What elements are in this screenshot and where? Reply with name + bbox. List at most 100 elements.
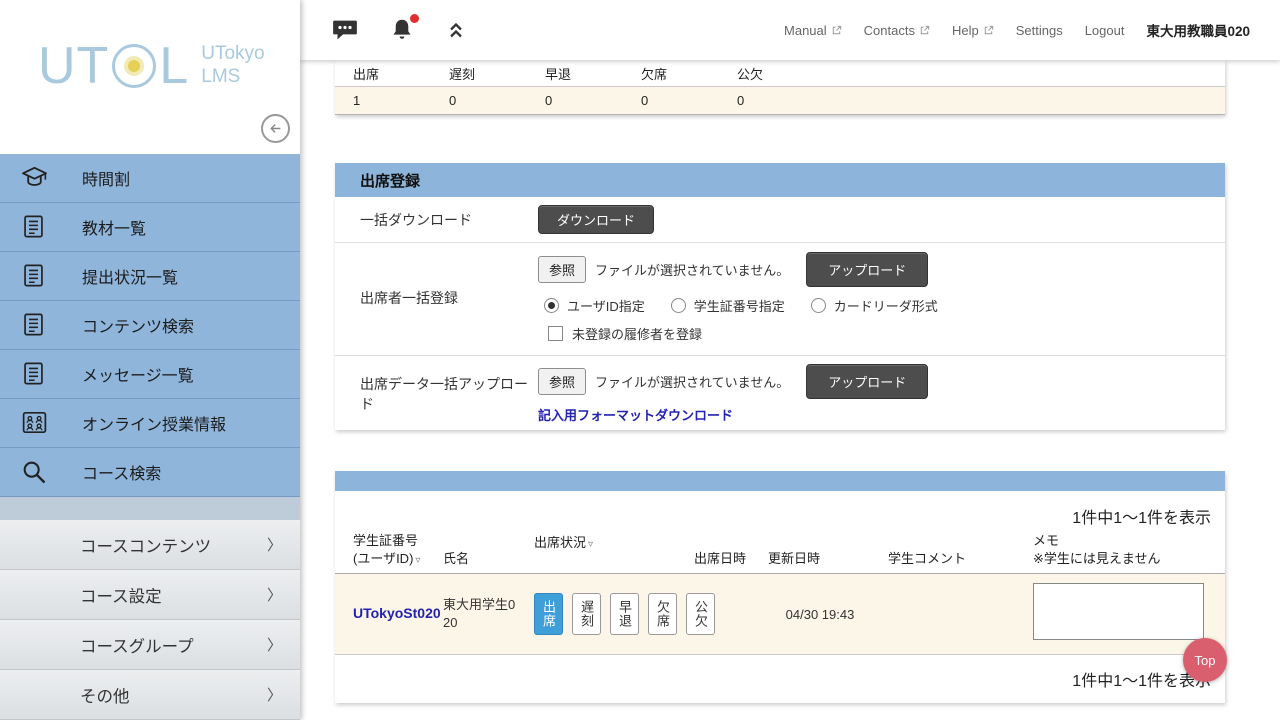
header-updated-at: 更新日時 [761,548,879,567]
student-name: 東大用学生020 [443,596,534,632]
student-id-link[interactable]: UTokyoSt020 [353,605,441,621]
search-icon [20,457,54,487]
graduation-cap-icon [20,163,54,193]
sidebar-item-materials[interactable]: 教材一覧 [0,203,300,252]
memo-textarea[interactable] [1033,583,1204,640]
utol-logo: UT L UTokyo LMS [38,40,265,92]
summary-value-absent: 0 [623,93,719,108]
student-row: UTokyoSt020 東大用学生020 出席 遅刻 早退 欠席 公欠 04/3 [335,574,1225,655]
radio-card-reader-option[interactable]: カードリーダ形式 [811,296,938,315]
sidebar-item-course-search[interactable]: コース検索 [0,448,300,497]
header-student-id-line1: 学生証番号 [353,533,418,548]
settings-link[interactable]: Settings [1016,23,1063,38]
manual-link-label: Manual [784,23,827,38]
format-download-link[interactable]: 記入用フォーマットダウンロード [538,405,928,424]
chevron-right-icon: 〉 [267,634,282,655]
no-file-text: ファイルが選択されていません。 [595,372,789,391]
double-chevron-up-icon [444,18,468,42]
document-list-icon [20,261,54,291]
status-button-early-leave[interactable]: 早退 [610,593,639,635]
status-button-absent[interactable]: 欠席 [648,593,677,635]
section-title: 出席登録 [335,163,1225,197]
sidebar-secondary-menu: コースコンテンツ 〉 コース設定 〉 コースグループ 〉 その他 〉 [0,520,300,720]
student-attendance-section: 1件中1〜1件を表示 学生証番号 (ユーザID)▿ 氏名 出席状況▿ 出席日時 … [335,471,1225,703]
bulk-register-label: 出席者一括登録 [335,288,538,308]
upload-button[interactable]: アップロード [806,252,928,287]
sort-down-icon: ▿ [415,555,420,566]
notifications-button[interactable] [388,16,416,44]
sidebar-item-timetable[interactable]: 時間割 [0,154,300,203]
sidebar-item-submission-status[interactable]: 提出状況一覧 [0,252,300,301]
register-mode-radio-group: ユーザID指定 学生証番号指定 カードリーダ形式 [544,296,964,315]
browse-button[interactable]: 参照 [538,368,586,395]
status-button-late[interactable]: 遅刻 [572,593,601,635]
upload-button[interactable]: アップロード [806,364,928,399]
download-button[interactable]: ダウンロード [538,205,654,234]
summary-header-early-leave: 早退 [527,64,623,83]
sidebar-item-others[interactable]: その他 〉 [0,670,300,720]
people-grid-icon [20,408,54,438]
external-link-icon [831,25,842,36]
header-attended-at: 出席日時 [685,548,761,567]
collapse-header-button[interactable] [444,18,468,42]
scroll-to-top-button[interactable]: Top [1183,638,1227,682]
sidebar-item-online-class-info[interactable]: オンライン授業情報 [0,399,300,448]
sidebar-item-label: コース検索 [82,460,161,484]
sidebar-item-label: メッセージ一覧 [82,362,194,386]
help-link-label: Help [952,23,979,38]
result-count-top: 1件中1〜1件を表示 [335,491,1225,532]
sidebar-item-message-list[interactable]: メッセージ一覧 [0,350,300,399]
summary-value-late: 0 [431,93,527,108]
topbar: Manual Contacts Help Settings Logout 東 [300,0,1280,60]
radio-label: ユーザID指定 [567,296,645,315]
document-list-icon [20,359,54,389]
unregistered-checkbox-row: 未登録の履修者を登録 [548,324,964,343]
header-status[interactable]: 出席状況▿ [534,532,685,551]
chat-bubble-icon [330,15,360,45]
radio-button-checked[interactable] [544,298,559,313]
header-status-label: 出席状況 [534,535,586,550]
sidebar-item-course-settings[interactable]: コース設定 〉 [0,570,300,620]
status-button-excused[interactable]: 公欠 [686,593,715,635]
bulk-register-row: 出席者一括登録 参照 ファイルが選択されていません。 アップロード ユーザID指… [335,243,1225,356]
logo-subtitle: UTokyo LMS [201,43,264,89]
radio-label: 学生証番号指定 [694,296,785,315]
summary-value-row: 1 0 0 0 0 [335,86,1225,115]
chevron-right-icon: 〉 [267,684,282,705]
summary-header-late: 遅刻 [431,64,527,83]
messages-button[interactable] [330,15,360,45]
browse-button[interactable]: 参照 [538,256,586,283]
page-content: 出席 遅刻 早退 欠席 公欠 1 0 0 0 0 出席登録 一括ダ [300,60,1280,703]
radio-user-id-option[interactable]: ユーザID指定 [544,296,645,315]
chevron-right-icon: 〉 [267,534,282,555]
sidebar-item-content-search[interactable]: コンテンツ検索 [0,301,300,350]
sidebar-item-label: その他 [80,683,130,707]
summary-header-present: 出席 [335,64,431,83]
radio-button[interactable] [811,298,826,313]
sidebar-item-label: コース設定 [80,583,162,607]
topbar-links: Manual Contacts Help Settings Logout 東 [784,20,1250,40]
sidebar-item-course-group[interactable]: コースグループ 〉 [0,620,300,670]
contacts-link-label: Contacts [864,23,915,38]
sidebar-header: UT L UTokyo LMS [0,0,300,154]
sidebar-item-label: 提出状況一覧 [82,264,178,288]
radio-button[interactable] [671,298,686,313]
bulk-download-row: 一括ダウンロード ダウンロード [335,197,1225,243]
header-student-id-line2: (ユーザID) [353,551,413,566]
attendance-summary-table: 出席 遅刻 早退 欠席 公欠 1 0 0 0 0 [335,60,1225,115]
status-button-present[interactable]: 出席 [534,593,563,635]
sidebar-collapse-button[interactable] [261,114,290,143]
cell-updated-at: 04/30 19:43 [761,607,879,622]
unregistered-checkbox[interactable] [548,326,563,341]
logout-link[interactable]: Logout [1085,23,1125,38]
manual-link[interactable]: Manual [784,23,842,38]
radio-student-card-number-option[interactable]: 学生証番号指定 [671,296,785,315]
student-table-header-row: 学生証番号 (ユーザID)▿ 氏名 出席状況▿ 出席日時 更新日時 学生コメント… [335,532,1225,574]
sidebar-item-course-contents[interactable]: コースコンテンツ 〉 [0,520,300,570]
help-link[interactable]: Help [952,23,994,38]
header-student-id[interactable]: 学生証番号 (ユーザID)▿ [335,532,443,567]
summary-value-excused: 0 [719,93,815,108]
contacts-link[interactable]: Contacts [864,23,930,38]
app-root: UT L UTokyo LMS 時間割 [0,0,1280,720]
summary-header-row: 出席 遅刻 早退 欠席 公欠 [335,60,1225,86]
